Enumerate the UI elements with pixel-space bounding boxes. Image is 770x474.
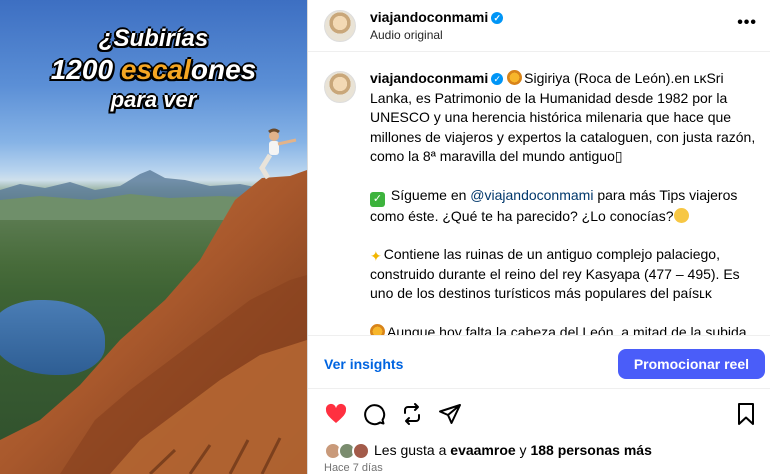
liker-avatar: [352, 442, 370, 461]
post-header: viajandoconmami ✓ Audio original •••: [308, 0, 770, 52]
headline-line-1: ¿Subirías: [98, 25, 209, 52]
heart-icon[interactable]: [324, 402, 348, 426]
mention-link[interactable]: @viajandoconmami: [470, 187, 593, 203]
likes-prefix: Les gusta a: [374, 442, 451, 458]
reel-video[interactable]: ¿Subirías 1200 escalones para ver: [0, 0, 307, 474]
caption: viajandoconmami ✓ Sigiriya (Roca de León)…: [308, 53, 770, 335]
likes-others[interactable]: 188 personas más: [530, 442, 651, 458]
video-headline: ¿Subirías 1200 escalones para ver: [0, 24, 307, 114]
caption-text-2a: Sígueme en: [390, 186, 471, 203]
headline-number: 1200: [50, 54, 121, 85]
headline-highlight: escal: [120, 54, 191, 85]
header-username[interactable]: viajandoconmami ✓: [370, 9, 504, 25]
promote-reel-button[interactable]: Promocionar reel: [617, 349, 765, 379]
action-bar: [308, 400, 770, 430]
caption-body: viajandoconmami ✓ Sigiriya (Roca de León)…: [370, 69, 762, 335]
insights-bar: Ver insights Promocionar reel: [308, 335, 770, 389]
liker-username[interactable]: evaamroe: [450, 442, 515, 458]
comment-icon[interactable]: [362, 402, 386, 426]
post-panel: viajandoconmami ✓ Audio original ••• viaj…: [307, 0, 770, 474]
lion-emoji-icon: [370, 323, 385, 335]
caption-paragraph-3: ✦ Contiene las ruinas de un antiguo compl…: [370, 245, 762, 304]
post-timestamp[interactable]: Hace 7 días: [324, 462, 383, 474]
avatar[interactable]: [324, 10, 356, 42]
repost-icon[interactable]: [400, 402, 424, 426]
sparkle-emoji-icon: ✦: [370, 248, 382, 264]
view-insights-link[interactable]: Ver insights: [324, 356, 403, 372]
verified-badge-icon: ✓: [491, 12, 504, 25]
more-options-icon[interactable]: •••: [737, 14, 757, 32]
check-emoji-icon: ✓: [370, 191, 385, 207]
caption-paragraph-1: viajandoconmami ✓ Sigiriya (Roca de León)…: [370, 69, 762, 167]
share-icon[interactable]: [438, 402, 462, 426]
headline-line-3: para ver: [110, 87, 197, 112]
bookmark-icon[interactable]: [734, 402, 758, 426]
liker-avatars: [324, 442, 372, 461]
lion-emoji-icon: [507, 70, 523, 85]
headline-line-2: 1200 escalones: [0, 54, 307, 86]
likes-middle: y: [515, 442, 531, 458]
username-text[interactable]: viajandoconmami: [370, 9, 488, 25]
smile-emoji-icon: [673, 207, 689, 223]
audio-label[interactable]: Audio original: [370, 28, 443, 42]
verified-badge-icon: ✓: [491, 73, 504, 86]
traveler-figure: [259, 128, 297, 180]
caption-text-4: Aunque hoy falta la cabeza del León, a m…: [387, 323, 751, 336]
caption-paragraph-4: Aunque hoy falta la cabeza del León, a m…: [370, 323, 762, 336]
caption-username[interactable]: viajandoconmami: [370, 70, 488, 86]
headline-suffix: ones: [190, 54, 257, 85]
caption-paragraph-2: ✓ Sígueme en @viajandoconmami para más T…: [370, 186, 762, 227]
caption-text-3: Contiene las ruinas de un antiguo comple…: [370, 246, 740, 301]
likes-summary[interactable]: Les gusta a evaamroe y 188 personas más: [324, 442, 652, 461]
caption-avatar[interactable]: [324, 71, 356, 103]
